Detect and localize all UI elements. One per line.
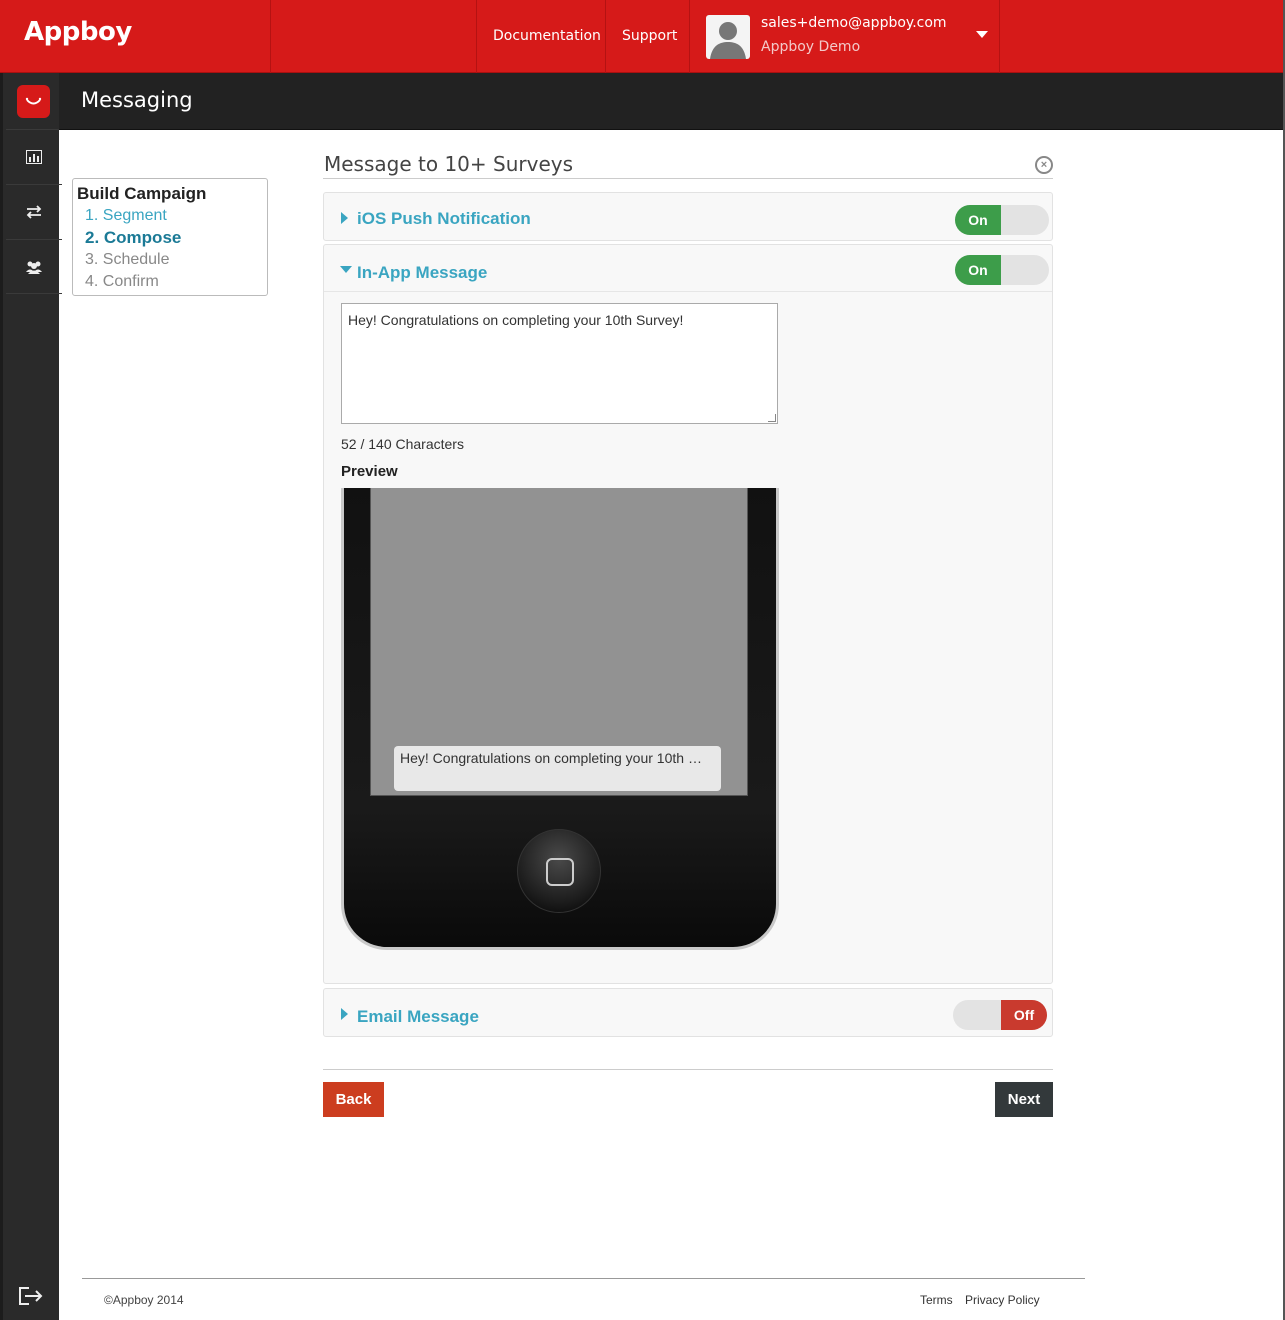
user-org: Appboy Demo — [761, 39, 861, 55]
ios-push-panel: iOS Push Notification On — [323, 192, 1053, 241]
panel-header[interactable]: In-App Message On — [324, 245, 1052, 292]
support-link[interactable]: Support — [622, 28, 677, 44]
home-button-icon — [517, 829, 601, 913]
panel-title[interactable]: Email Message — [357, 1007, 479, 1027]
step-compose[interactable]: 2. Compose — [85, 228, 181, 248]
expand-icon[interactable] — [341, 212, 348, 224]
terms-link[interactable]: Terms — [920, 1293, 953, 1307]
divider — [323, 178, 1053, 179]
rail-messaging[interactable] — [6, 184, 62, 239]
preview-label: Preview — [341, 463, 398, 480]
panel-header[interactable]: iOS Push Notification On — [324, 193, 1052, 240]
step-confirm: 4. Confirm — [85, 273, 159, 290]
user-avatar[interactable] — [706, 15, 750, 59]
account-dropdown-icon[interactable] — [976, 31, 988, 38]
character-count: 52 / 140 Characters — [341, 436, 464, 452]
back-button[interactable]: Back — [323, 1082, 384, 1117]
section-title: Messaging — [81, 88, 193, 112]
rail-analytics[interactable] — [6, 129, 62, 184]
next-button[interactable]: Next — [995, 1082, 1053, 1117]
divider — [323, 1069, 1053, 1070]
email-panel: Email Message Off — [323, 988, 1053, 1037]
divider — [689, 0, 690, 73]
resize-handle[interactable] — [768, 414, 776, 422]
toggle-state: On — [955, 255, 1001, 285]
step-schedule: 3. Schedule — [85, 251, 170, 268]
in-app-toggle[interactable]: On — [955, 255, 1049, 285]
phone-preview: Hey! Congratulations on completing your … — [341, 488, 781, 953]
page-title: Message to 10+ Surveys — [324, 152, 574, 176]
documentation-link[interactable]: Documentation — [493, 28, 601, 44]
home-square — [546, 858, 574, 886]
panel-title[interactable]: In-App Message — [357, 263, 487, 283]
messaging-icon — [26, 205, 42, 219]
close-icon[interactable]: × — [1035, 156, 1053, 174]
divider — [82, 1278, 1085, 1279]
user-silhouette-icon — [710, 22, 746, 59]
steps-title: Build Campaign — [77, 184, 207, 203]
appboy-logo[interactable]: Appboy — [24, 17, 132, 47]
toggle-state: On — [955, 205, 1001, 235]
message-text: Hey! Congratulations on completing your … — [348, 312, 684, 328]
rail-users[interactable] — [6, 239, 62, 294]
privacy-policy-link[interactable]: Privacy Policy — [965, 1293, 1040, 1307]
copyright: ©Appboy 2014 — [104, 1293, 184, 1307]
collapse-icon[interactable] — [340, 266, 352, 273]
email-toggle[interactable]: Off — [953, 1000, 1047, 1030]
ios-push-toggle[interactable]: On — [955, 205, 1049, 235]
panel-header[interactable]: Email Message Off — [324, 989, 1052, 1036]
appboy-icon[interactable] — [17, 85, 50, 118]
left-rail — [0, 73, 62, 1320]
in-app-preview-message: Hey! Congratulations on completing your … — [394, 746, 721, 791]
logout-icon — [19, 1287, 43, 1305]
user-email: sales+demo@appboy.com — [761, 15, 947, 31]
smile-glyph — [25, 97, 42, 105]
divider — [605, 0, 606, 73]
users-icon — [26, 261, 42, 274]
logout-button[interactable] — [19, 1287, 43, 1310]
divider — [270, 0, 271, 73]
panel-title[interactable]: iOS Push Notification — [357, 209, 531, 229]
toggle-state: Off — [1001, 1000, 1047, 1030]
expand-icon[interactable] — [341, 1008, 348, 1020]
message-textarea[interactable]: Hey! Congratulations on completing your … — [341, 303, 778, 424]
step-segment[interactable]: 1. Segment — [85, 207, 167, 225]
analytics-icon — [26, 150, 42, 164]
section-header: Messaging — [59, 73, 1285, 130]
divider — [999, 0, 1000, 73]
build-campaign-steps: Build Campaign 1. Segment 2. Compose 3. … — [72, 178, 268, 296]
top-bar: Appboy Documentation Support sales+demo@… — [0, 0, 1285, 73]
divider — [476, 0, 477, 73]
